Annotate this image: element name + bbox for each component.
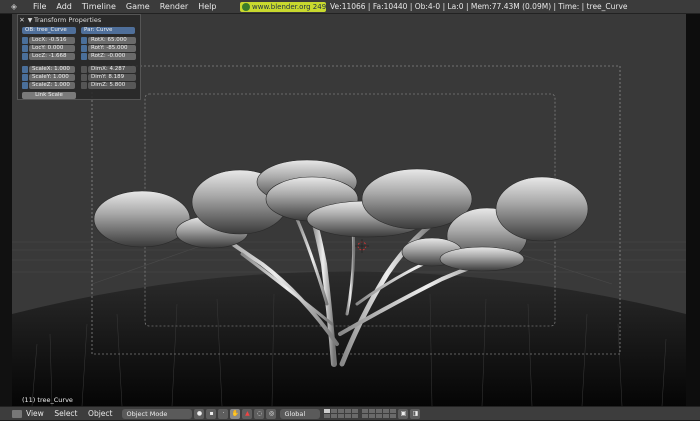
locz-field[interactable]: LocZ: -1.668 bbox=[29, 53, 75, 60]
lock-icon[interactable] bbox=[22, 37, 28, 44]
panel-title: Transform Properties bbox=[34, 16, 102, 24]
dimz-field[interactable]: DimZ: 5.800 bbox=[88, 82, 136, 89]
link-scale-button[interactable]: Link Scale bbox=[22, 92, 76, 99]
menu-timeline[interactable]: Timeline bbox=[77, 0, 121, 14]
locy-field[interactable]: LocY: 0.000 bbox=[29, 45, 75, 52]
rotate-icon[interactable]: ◌ bbox=[254, 408, 265, 419]
rotx-field[interactable]: RotX: 65.000 bbox=[88, 37, 136, 44]
dimx-field[interactable]: DimX: 4.287 bbox=[88, 66, 136, 73]
menu-object[interactable]: Object bbox=[84, 409, 116, 418]
tree-canopy bbox=[93, 159, 589, 272]
lock-icon bbox=[81, 74, 87, 81]
rotz-field[interactable]: RotZ: -0.000 bbox=[88, 53, 136, 60]
lock-icon[interactable] bbox=[81, 45, 87, 52]
blender-logo-icon[interactable]: ◈ bbox=[0, 0, 28, 14]
lock-icon[interactable] bbox=[22, 45, 28, 52]
menu-render[interactable]: Render bbox=[155, 0, 193, 14]
collapse-triangle-icon[interactable]: ▼ bbox=[26, 17, 34, 24]
dimy-field[interactable]: DimY: 8.189 bbox=[88, 74, 136, 81]
left-edge bbox=[0, 14, 12, 406]
3d-cursor[interactable] bbox=[355, 239, 369, 253]
active-object-label: (11) tree_Curve bbox=[22, 396, 73, 404]
lock-icon bbox=[81, 82, 87, 89]
main-menu: File Add Timeline Game Render Help bbox=[28, 0, 221, 14]
menu-game[interactable]: Game bbox=[121, 0, 155, 14]
view-menu-icon[interactable] bbox=[12, 409, 22, 418]
viewport-header: View Select Object Object Mode ● ▪ · ✋ ▲… bbox=[0, 406, 700, 420]
scaley-field[interactable]: ScaleY: 1.000 bbox=[29, 74, 75, 81]
lock-icon[interactable] bbox=[22, 74, 28, 81]
lock-layers-icon[interactable]: ▣ bbox=[398, 408, 409, 419]
menu-add[interactable]: Add bbox=[51, 0, 77, 14]
scale-icon[interactable]: ◎ bbox=[266, 408, 277, 419]
menu-help[interactable]: Help bbox=[193, 0, 221, 14]
menu-select[interactable]: Select bbox=[50, 409, 81, 418]
lock-icon[interactable] bbox=[22, 82, 28, 89]
render-preview-icon[interactable]: ◨ bbox=[410, 408, 421, 419]
lock-icon[interactable] bbox=[22, 66, 28, 73]
url-label: www.blender.org 249.2 bbox=[252, 3, 326, 11]
menu-file[interactable]: File bbox=[28, 0, 51, 14]
translate-icon[interactable]: ▲ bbox=[242, 408, 253, 419]
lock-icon[interactable] bbox=[81, 53, 87, 60]
shading-icon[interactable]: ● bbox=[194, 408, 205, 419]
pivot-icon[interactable]: · bbox=[218, 408, 229, 419]
lock-icon[interactable] bbox=[22, 53, 28, 60]
lock-icon[interactable] bbox=[81, 37, 87, 44]
panel-header: ✕ ▼ Transform Properties bbox=[18, 15, 140, 25]
scalex-field[interactable]: ScaleX: 1.000 bbox=[29, 66, 75, 73]
globe-icon bbox=[242, 3, 250, 11]
right-edge bbox=[686, 14, 700, 406]
hand-icon[interactable]: ✋ bbox=[230, 408, 241, 419]
lock-icon bbox=[81, 66, 87, 73]
parent-field[interactable]: Par: Curve bbox=[81, 27, 135, 34]
close-icon[interactable]: ✕ bbox=[18, 16, 26, 24]
layer-buttons[interactable] bbox=[324, 409, 359, 418]
scene-stats: Ve:11066 | Fa:10440 | Ob:4-0 | La:0 | Me… bbox=[330, 2, 628, 11]
menu-view[interactable]: View bbox=[22, 409, 48, 418]
orientation-select[interactable]: Global bbox=[280, 408, 321, 419]
viewport-menu: View Select Object bbox=[22, 407, 116, 421]
scalez-field[interactable]: ScaleZ: 1.000 bbox=[29, 82, 75, 89]
roty-field[interactable]: RotY: -85.000 bbox=[88, 45, 136, 52]
top-menu-bar: ◈ File Add Timeline Game Render Help www… bbox=[0, 0, 700, 14]
locx-field[interactable]: LocX: -0.516 bbox=[29, 37, 75, 44]
camera-icon[interactable]: ▪ bbox=[206, 408, 217, 419]
mode-select[interactable]: Object Mode bbox=[122, 408, 193, 419]
layer-buttons[interactable] bbox=[362, 409, 397, 418]
object-name-field[interactable]: OB: tree_Curve bbox=[22, 27, 76, 34]
transform-properties-panel: ✕ ▼ Transform Properties OB: tree_Curve … bbox=[17, 14, 141, 100]
ground-grass bbox=[12, 271, 686, 406]
blender-url-button[interactable]: www.blender.org 249.2 bbox=[240, 2, 326, 12]
